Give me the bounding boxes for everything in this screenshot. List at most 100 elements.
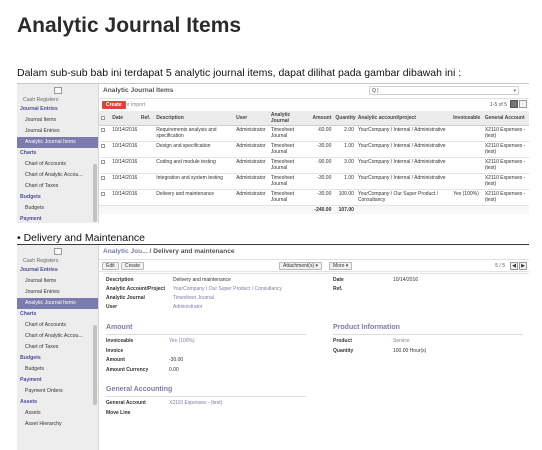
ref-label: Ref.	[333, 286, 343, 292]
row-select-cell[interactable]	[99, 125, 111, 142]
checkbox-icon[interactable]	[101, 144, 105, 148]
column-header[interactable]: Analytic account/project	[355, 111, 452, 126]
sidebar-item-budgets[interactable]: Budgets	[17, 364, 98, 375]
table-row[interactable]: 10/14/2016 Integration and system testing…	[99, 173, 529, 190]
sidebar-item-journal-items[interactable]: Journal Items	[17, 276, 98, 287]
sidebar-item-chart-of-analytic[interactable]: Chart of Analytic Accou...	[17, 170, 98, 181]
sidebar-section-charts: Charts	[20, 150, 37, 156]
pager: 5 / 5	[495, 263, 505, 269]
sidebar-item-chart-of-taxes[interactable]: Chart of Taxes	[17, 181, 98, 192]
total-amount: -240.00	[309, 205, 334, 214]
column-header[interactable]: Date	[110, 111, 139, 126]
search-input[interactable]: Q | ▾	[369, 86, 519, 95]
pager: 1-5 of 5	[490, 102, 507, 108]
sidebar-scrollbar[interactable]	[93, 164, 97, 222]
table-cell: Administrator	[234, 125, 269, 142]
sidebar-item-cut[interactable]: Cash Registers	[17, 258, 98, 265]
table-row[interactable]: 10/14/2016 Coding and module testing Admin…	[99, 157, 529, 174]
sidebar: Cash Registers Journal Entries Journal I…	[17, 84, 99, 223]
checkbox-icon[interactable]	[101, 115, 105, 120]
column-select-all[interactable]	[99, 111, 111, 126]
description-label: Description	[106, 277, 134, 283]
edit-button[interactable]: Edit	[102, 262, 119, 270]
sidebar-item-payment-orders[interactable]: Payment Orders	[17, 386, 98, 397]
list-view-screenshot: Cash Registers Journal Entries Journal I…	[17, 83, 529, 223]
journal-value[interactable]: Timesheet Journal	[173, 295, 214, 301]
breadcrumb-link[interactable]: Analytic Jou...	[103, 248, 148, 255]
general-account-value[interactable]: X2110 Expenses - (test)	[169, 400, 222, 406]
checkbox-icon[interactable]	[101, 192, 105, 196]
column-header[interactable]: Amount	[309, 111, 334, 126]
row-select-cell[interactable]	[99, 173, 111, 190]
row-select-cell[interactable]	[99, 189, 111, 206]
table-cell: Coding and module testing	[154, 157, 235, 174]
table-row[interactable]: 10/14/2016 Design and specification Admini…	[99, 141, 529, 158]
sidebar-item-chart-of-taxes[interactable]: Chart of Taxes	[17, 342, 98, 353]
list-toolbar: Create or Import 1-5 of 5	[99, 99, 529, 111]
column-header[interactable]: Analytic Journal	[268, 111, 310, 126]
invoiceable-label: Invoiceable	[106, 338, 134, 344]
sidebar-item-cut[interactable]: Cash Registers	[17, 97, 98, 104]
table-cell: 10/14/2016	[110, 173, 139, 190]
sidebar-item-journal-entries[interactable]: Journal Entries	[17, 287, 98, 298]
table-row[interactable]: 10/14/2016 Requirements analysis and spec…	[99, 125, 529, 142]
form-view-icon[interactable]	[519, 100, 527, 108]
column-header[interactable]: Invoiceable	[451, 111, 483, 126]
sidebar-item-chart-of-analytic[interactable]: Chart of Analytic Accou...	[17, 331, 98, 342]
sidebar-item-journal-entries[interactable]: Journal Entries	[17, 126, 98, 137]
sidebar-item-analytic-journal-items[interactable]: Analytic Journal Items	[17, 137, 98, 148]
quantity-value: 100.00 Hour(s)	[393, 348, 427, 354]
invoiceable-value[interactable]: Yes (100%)	[169, 338, 195, 344]
sidebar-item-chart-of-accounts[interactable]: Chart of Accounts	[17, 159, 98, 170]
account-value[interactable]: YourCompany / Our Super Product / Consul…	[173, 286, 282, 292]
journal-label: Analytic Journal	[106, 295, 145, 301]
list-main: Analytic Journal Items Q | ▾ Create or I…	[99, 84, 529, 223]
quantity-label: Quantity	[333, 348, 354, 354]
table-cell: X2110 Expenses - (test)	[482, 173, 529, 190]
sidebar-item-analytic-journal-items[interactable]: Analytic Journal Items	[17, 298, 98, 309]
table-cell: Administrator	[234, 173, 269, 190]
sidebar-item-assets[interactable]: Assets	[17, 408, 98, 419]
column-header[interactable]: General Account	[482, 111, 529, 126]
company-logo	[17, 245, 98, 258]
attachments-button[interactable]: Attachment(s) ▾	[279, 262, 323, 270]
search-dropdown-icon[interactable]: ▾	[513, 87, 516, 95]
image-placeholder-icon	[53, 87, 62, 94]
row-select-cell[interactable]	[99, 157, 111, 174]
sidebar-scrollbar[interactable]	[93, 325, 97, 405]
table-header-row: Date Ref. Description User Analytic Jour…	[99, 111, 529, 126]
column-header[interactable]: Quantity	[333, 111, 356, 126]
sidebar-section-budgets: Budgets	[20, 355, 41, 361]
divider	[333, 334, 523, 335]
create-button[interactable]: Create	[121, 262, 145, 270]
company-logo	[17, 84, 98, 97]
row-select-cell[interactable]	[99, 141, 111, 158]
checkbox-icon[interactable]	[101, 160, 105, 164]
import-link[interactable]: or Import	[125, 102, 145, 108]
create-button[interactable]: Create	[102, 101, 126, 109]
invoice-label: Invoice	[106, 348, 124, 354]
accounting-section-title: General Accounting	[106, 386, 173, 393]
breadcrumb: Analytic Jou... / Delivery and maintenan…	[103, 248, 235, 255]
column-header[interactable]: User	[234, 111, 269, 126]
product-value[interactable]: Service	[393, 338, 410, 344]
column-header[interactable]: Description	[154, 111, 235, 126]
list-view-icon[interactable]	[510, 100, 518, 108]
checkbox-icon[interactable]	[101, 128, 105, 132]
more-button[interactable]: More ▾	[329, 262, 353, 270]
table-cell: Timesheet Journal	[268, 173, 310, 190]
column-header[interactable]: Ref.	[138, 111, 155, 126]
next-record-icon[interactable]: ▶	[519, 262, 527, 270]
table-cell	[138, 189, 155, 206]
amount-section-title: Amount	[106, 324, 133, 331]
sidebar-section-charts: Charts	[20, 311, 37, 317]
sidebar-item-asset-hierarchy[interactable]: Asset Hierarchy	[17, 419, 98, 430]
user-value[interactable]: Administrator	[173, 304, 202, 310]
sidebar-item-journal-items[interactable]: Journal Items	[17, 115, 98, 126]
previous-record-icon[interactable]: ◀	[510, 262, 518, 270]
sidebar-item-chart-of-accounts[interactable]: Chart of Accounts	[17, 320, 98, 331]
sidebar-item-budgets[interactable]: Budgets	[17, 203, 98, 214]
checkbox-icon[interactable]	[101, 176, 105, 180]
table-total-row: -240.00 107.00	[99, 205, 529, 214]
table-row[interactable]: 10/14/2016 Delivery and maintenance Admini…	[99, 189, 529, 206]
